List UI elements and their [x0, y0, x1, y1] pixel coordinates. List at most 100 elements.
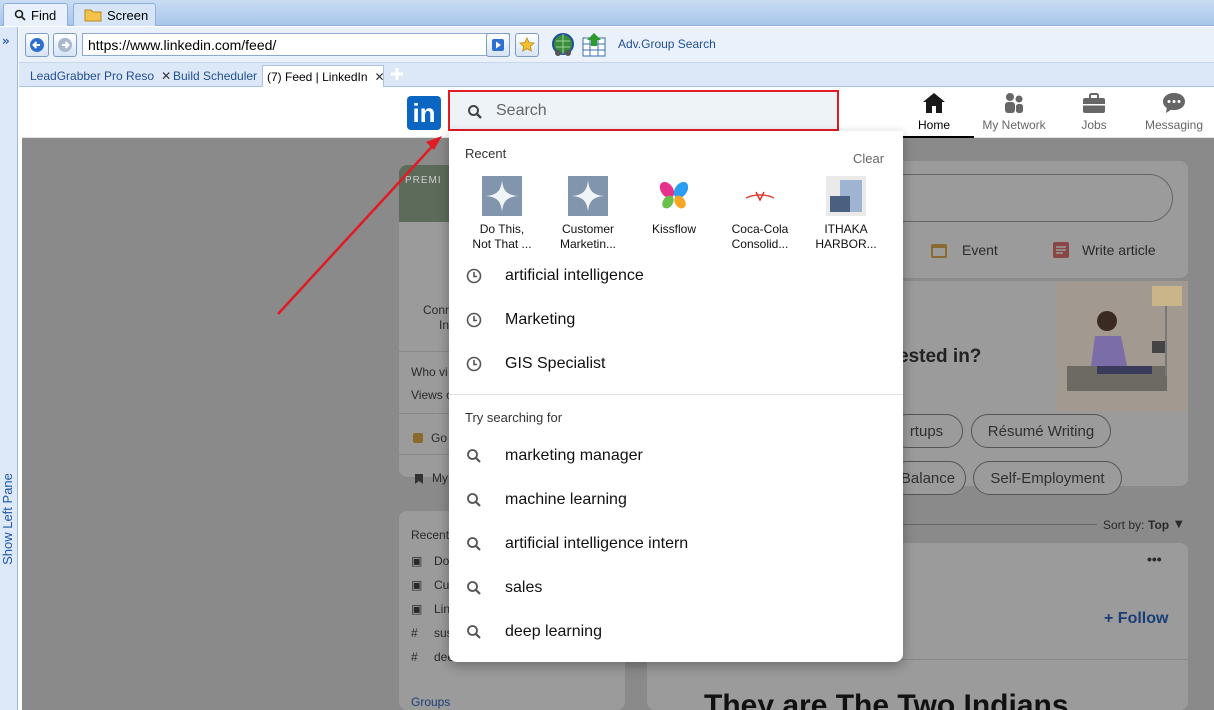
adv-group-search-link[interactable]: Adv.Group Search	[618, 37, 716, 51]
sort-value[interactable]: Top	[1148, 518, 1169, 532]
entity-name-line: Kissflow	[651, 222, 696, 236]
search-icon	[467, 581, 481, 595]
nav-label: My Network	[982, 118, 1046, 132]
interests-title: ested in?	[898, 346, 982, 367]
post-headline: They are The Two Indians	[704, 689, 1069, 710]
follow-button[interactable]: + Follow	[1104, 610, 1168, 628]
suggestion-item[interactable]: machine learning	[449, 478, 903, 522]
go-button[interactable]	[486, 33, 510, 57]
suggestion-item[interactable]: artificial intelligence intern	[449, 522, 903, 566]
tab-label: LeadGrabber Pro Reso	[30, 69, 155, 83]
hashtag-icon: #	[411, 626, 418, 640]
search-icon	[467, 537, 481, 551]
try-searching-heading: Try searching for	[465, 410, 563, 425]
search-box[interactable]	[448, 90, 839, 131]
nav-home[interactable]: Home	[894, 92, 974, 138]
interest-pill-self-employment[interactable]: Self-Employment	[973, 461, 1122, 495]
chevron-down-icon[interactable]: ▼	[1175, 519, 1183, 530]
kissflow-logo-icon	[654, 176, 694, 216]
expand-pane-icon[interactable]: »	[2, 34, 10, 48]
find-tab-label: Find	[31, 7, 57, 23]
views-label: Views c	[411, 388, 453, 402]
favorite-button[interactable]	[515, 33, 539, 57]
groups-link[interactable]: Groups	[411, 695, 450, 709]
recent-search-item[interactable]: GIS Specialist	[449, 342, 903, 386]
who-viewed-label: Who vi	[411, 365, 448, 379]
linkedin-logo[interactable]: in	[407, 96, 441, 130]
recent-search-item[interactable]: Marketing	[449, 298, 903, 342]
calendar-icon: ▣	[411, 554, 423, 568]
suggestion-item[interactable]: marketing manager	[449, 434, 903, 478]
screen-tab[interactable]: Screen	[73, 3, 156, 26]
nav-my-network[interactable]: My Network	[974, 92, 1054, 132]
browser-tab-row: LeadGrabber Pro Reso ✕ Build Scheduler (…	[19, 63, 1214, 87]
event-icon	[931, 244, 947, 258]
tab-build-scheduler[interactable]: Build Scheduler	[163, 65, 263, 87]
tab-label: Build Scheduler	[173, 69, 258, 83]
left-pane[interactable]: » Show Left Pane	[0, 27, 18, 710]
search-input[interactable]	[496, 100, 796, 122]
recent-search-text: Marketing	[505, 311, 576, 328]
recent-entity-kissflow[interactable]: Kissflow	[631, 176, 717, 237]
back-button[interactable]	[25, 33, 49, 57]
go-premium-label[interactable]: Go	[431, 431, 447, 445]
nav-label: Jobs	[1081, 118, 1107, 132]
more-options-icon[interactable]: •••	[1147, 551, 1162, 567]
globe-icon	[552, 33, 574, 56]
network-icon	[1005, 93, 1023, 113]
clock-icon	[466, 356, 482, 372]
address-url[interactable]: https://www.linkedin.com/feed/	[88, 37, 276, 53]
write-article-button[interactable]: Write article	[1082, 242, 1156, 258]
coca-cola-logo-icon	[740, 176, 780, 216]
recent-entity-do-this[interactable]: Do This, Not That ...	[459, 176, 545, 252]
suggestion-item[interactable]: sales	[449, 566, 903, 610]
entity-name-line: Coca-Cola	[731, 222, 789, 236]
app-tab-strip: Find Screen	[0, 0, 1214, 26]
entity-logo-icon	[482, 176, 522, 216]
show-left-pane-label[interactable]: Show Left Pane	[0, 469, 16, 569]
dropdown-divider	[449, 394, 903, 395]
find-tab[interactable]: Find	[3, 3, 68, 26]
interest-pill-resume-writing[interactable]: Résumé Writing	[971, 414, 1111, 448]
entity-logo-icon	[568, 176, 608, 216]
tab-leadgrabber[interactable]: LeadGrabber Pro Reso ✕	[20, 65, 171, 87]
address-bar[interactable]: https://www.linkedin.com/feed/ ▼	[82, 33, 510, 56]
suggestion-text: machine learning	[505, 491, 627, 508]
event-button[interactable]: Event	[962, 242, 998, 258]
globe-people-button[interactable]	[550, 32, 576, 58]
recent-item[interactable]: Do	[434, 554, 449, 568]
home-icon	[923, 93, 945, 113]
recent-search-item[interactable]: artificial intelligence	[449, 254, 903, 298]
back-arrow-icon	[30, 38, 44, 52]
magnifier-icon	[14, 9, 26, 21]
recent-search-text: artificial intelligence	[505, 267, 644, 284]
close-icon[interactable]: ✕	[375, 70, 385, 84]
clock-icon	[466, 312, 482, 328]
recent-item[interactable]: Lin	[434, 602, 450, 616]
calendar-icon: ▣	[411, 578, 423, 592]
recent-entity-ithaka-harbors[interactable]: ITHAKA HARBOR...	[803, 176, 889, 252]
messaging-icon	[1163, 93, 1185, 113]
suggestion-item[interactable]: deep learning	[449, 610, 903, 654]
browser-toolbar: https://www.linkedin.com/feed/ ▼ Adv.Gro…	[19, 27, 1214, 63]
suggestion-text: sales	[505, 579, 543, 596]
search-icon	[467, 493, 481, 507]
folder-icon	[84, 8, 102, 22]
nav-messaging[interactable]: Messaging	[1134, 92, 1214, 132]
upload-grid-button[interactable]	[581, 32, 607, 58]
nav-jobs[interactable]: Jobs	[1054, 92, 1134, 132]
search-icon	[467, 625, 481, 639]
clear-button[interactable]: Clear	[853, 151, 884, 166]
illustration-image	[1057, 281, 1188, 411]
annotation-arrow	[277, 136, 442, 315]
entity-name-line: Customer	[561, 222, 614, 236]
recent-entity-coca-cola[interactable]: Coca-Cola Consolid...	[717, 176, 803, 252]
recent-item[interactable]: Cu	[434, 578, 449, 592]
my-items-label[interactable]: My	[432, 471, 448, 485]
tab-linkedin-feed[interactable]: (7) Feed | LinkedIn ✕	[262, 65, 385, 87]
recent-entity-customer-marketing[interactable]: Customer Marketin...	[545, 176, 631, 252]
ithaka-logo-icon	[826, 176, 866, 216]
new-tab-button[interactable]	[390, 67, 404, 81]
grid-upload-icon	[582, 33, 606, 57]
forward-button[interactable]	[53, 33, 77, 57]
